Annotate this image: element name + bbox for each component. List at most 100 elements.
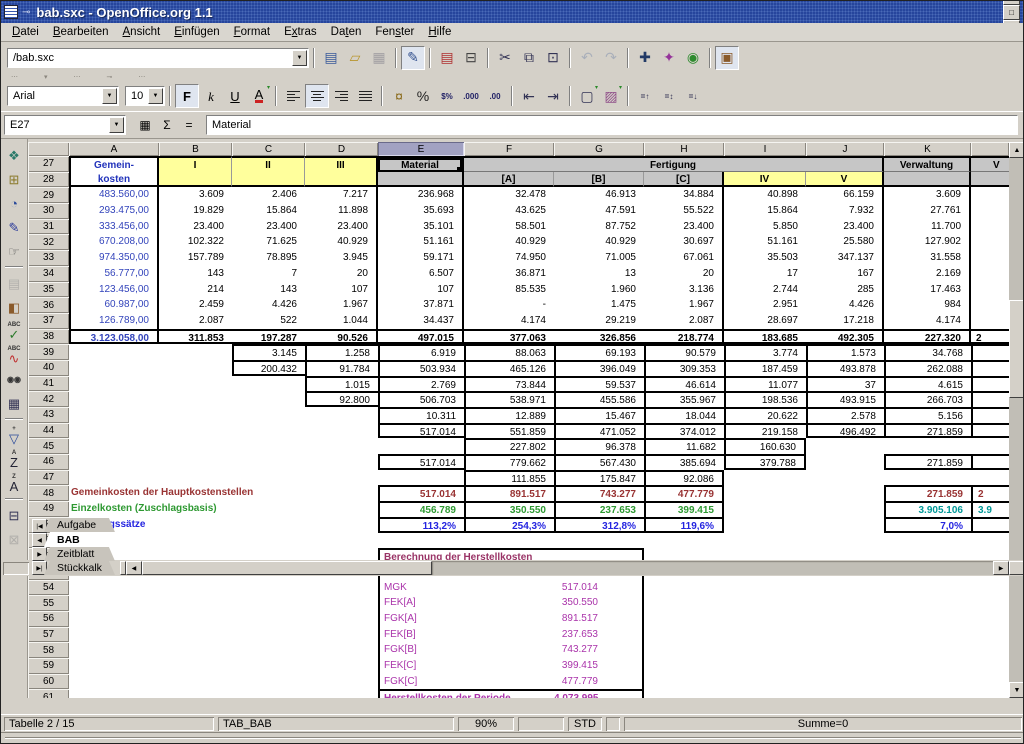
row-header-59[interactable]: 59 xyxy=(28,658,69,674)
cell-E55[interactable]: FEK[A] xyxy=(378,595,554,611)
col-header-C[interactable]: C xyxy=(232,142,305,156)
cell-E54[interactable]: MGK xyxy=(378,580,554,596)
cell-E44[interactable]: 517.014 xyxy=(378,423,464,439)
sheet-tab-zeitblatt[interactable]: Zeitblatt xyxy=(44,547,115,561)
name-box-dropdown-icon[interactable]: ▼ xyxy=(109,117,124,133)
cell-I30[interactable]: 15.864 xyxy=(724,203,806,219)
cell-E41[interactable]: 2.769 xyxy=(378,376,464,392)
underline-button[interactable]: U xyxy=(223,84,247,108)
cell-D38[interactable]: 90.526 xyxy=(305,329,378,345)
cell-D30[interactable]: 11.898 xyxy=(305,203,378,219)
cell-J44[interactable]: 496.492 xyxy=(806,423,884,439)
cell-I40[interactable]: 187.459 xyxy=(724,360,806,376)
cell-F50[interactable]: 254,3% xyxy=(464,517,554,533)
menu-item-ansicht[interactable]: Ansicht xyxy=(116,24,168,40)
cell-G60[interactable]: 477.779 xyxy=(554,674,644,690)
cell-G41[interactable]: 59.537 xyxy=(554,376,644,392)
cell-E58[interactable]: FGK[B] xyxy=(378,642,554,658)
cell-G42[interactable]: 455.586 xyxy=(554,391,644,407)
paste-icon[interactable]: ⊡ xyxy=(541,46,565,70)
row-header-41[interactable]: 41 xyxy=(28,376,69,392)
cell-F37[interactable]: 4.174 xyxy=(464,313,554,329)
cell-C28[interactable] xyxy=(232,172,305,188)
cell-K31[interactable]: 11.700 xyxy=(884,219,971,235)
cell-A36[interactable]: 60.987,00 xyxy=(69,297,159,313)
mode-field[interactable]: STD xyxy=(568,717,602,731)
cell-E59[interactable]: FEK[C] xyxy=(378,658,554,674)
standard-format-button[interactable]: $% xyxy=(435,84,459,108)
cell-A34[interactable]: 56.777,00 xyxy=(69,266,159,282)
cell-H28[interactable]: [C] xyxy=(644,172,724,188)
cell-E49[interactable]: 456.789 xyxy=(378,501,464,517)
print-icon[interactable]: ⊟ xyxy=(459,46,483,70)
cell-J37[interactable]: 17.218 xyxy=(806,313,884,329)
cell-I33[interactable]: 35.503 xyxy=(724,250,806,266)
cell-H32[interactable]: 30.697 xyxy=(644,234,724,250)
cell-J28[interactable]: V xyxy=(806,172,884,188)
cell-G46[interactable]: 567.430 xyxy=(554,454,644,470)
cell-F33[interactable]: 74.950 xyxy=(464,250,554,266)
col-header-D[interactable]: D xyxy=(305,142,378,156)
cell-G35[interactable]: 1.960 xyxy=(554,282,644,298)
align-top-button[interactable]: =↑ xyxy=(633,84,657,108)
cell-H44[interactable]: 374.012 xyxy=(644,423,724,439)
cell-B32[interactable]: 102.322 xyxy=(159,234,232,250)
cell-B36[interactable]: 2.459 xyxy=(159,297,232,313)
cell-L50[interactable] xyxy=(971,517,1009,533)
cell-K28[interactable] xyxy=(884,172,971,188)
menu-item-einfgen[interactable]: Einfügen xyxy=(167,24,226,40)
row-header-46[interactable]: 46 xyxy=(28,454,69,470)
font-size-dropdown-icon[interactable]: ▼ xyxy=(148,88,163,104)
cell-F45[interactable]: 227.802 xyxy=(464,438,554,454)
cell-F47[interactable]: 111.855 xyxy=(464,470,554,486)
cell-E57[interactable]: FEK[B] xyxy=(378,627,554,643)
cell-H36[interactable]: 1.967 xyxy=(644,297,724,313)
cell-K38[interactable]: 227.320 xyxy=(884,329,971,345)
next-sheet-button[interactable]: ▶ xyxy=(32,547,47,561)
cell-H49[interactable]: 399.415 xyxy=(644,501,724,517)
cell-H46[interactable]: 385.694 xyxy=(644,454,724,470)
zoom-field[interactable]: 90% xyxy=(458,717,514,731)
draw-functions-icon[interactable]: ✎ xyxy=(2,215,26,239)
cell-A35[interactable]: 123.456,00 xyxy=(69,282,159,298)
cell-A48[interactable]: Gemeinkosten der Hauptkostenstellen xyxy=(69,485,378,501)
align-bottom-button[interactable]: =↓ xyxy=(681,84,705,108)
cell-G59[interactable]: 399.415 xyxy=(554,658,644,674)
cell-E37[interactable]: 34.437 xyxy=(378,313,464,329)
cell-C37[interactable]: 522 xyxy=(232,313,305,329)
autofilter-icon[interactable]: +▽ xyxy=(2,423,26,447)
currency-format-button[interactable]: ¤ xyxy=(387,84,411,108)
url-dropdown-icon[interactable]: ▼ xyxy=(292,50,307,66)
cell-E36[interactable]: 37.871 xyxy=(378,297,464,313)
cell-K29[interactable]: 3.609 xyxy=(884,187,971,203)
font-name-combobox[interactable]: Arial ▼ xyxy=(7,86,119,106)
row-header-38[interactable]: 38 xyxy=(28,329,69,345)
cell-I41[interactable]: 11.077 xyxy=(724,376,806,392)
cell-C40[interactable]: 200.432 xyxy=(232,360,305,376)
cell-I31[interactable]: 5.850 xyxy=(724,219,806,235)
menu-item-hilfe[interactable]: Hilfe xyxy=(421,24,458,40)
vertical-scroll-thumb[interactable] xyxy=(1009,300,1024,398)
cell-G61[interactable]: 4.073.995 xyxy=(554,689,644,698)
hyperlink-icon[interactable]: ◉ xyxy=(681,46,705,70)
cell-H33[interactable]: 67.061 xyxy=(644,250,724,266)
cell-A33[interactable]: 974.350,00 xyxy=(69,250,159,266)
row-header-40[interactable]: 40 xyxy=(28,360,69,376)
cell-I34[interactable]: 17 xyxy=(724,266,806,282)
select-all-corner[interactable] xyxy=(28,142,69,156)
col-header-H[interactable]: H xyxy=(644,142,724,156)
cell-K32[interactable]: 127.902 xyxy=(884,234,971,250)
insert-cells-icon[interactable]: ⊞ xyxy=(2,167,26,191)
cell-I45[interactable]: 160.630 xyxy=(724,438,806,454)
cell-I46[interactable]: 379.788 xyxy=(724,454,806,470)
cell-A27[interactable]: Gemein- xyxy=(69,156,159,172)
cell-D32[interactable]: 40.929 xyxy=(305,234,378,250)
cell-D42[interactable]: 92.800 xyxy=(305,391,378,407)
borders-button[interactable]: ▢▾ xyxy=(575,84,599,108)
cell-J39[interactable]: 1.573 xyxy=(806,344,884,360)
cell-K49[interactable]: 3.905.106 xyxy=(884,501,971,517)
row-header-32[interactable]: 32 xyxy=(28,234,69,250)
cell-C27[interactable]: II xyxy=(232,156,305,172)
cell-I36[interactable]: 2.951 xyxy=(724,297,806,313)
menu-item-format[interactable]: Format xyxy=(227,24,277,40)
